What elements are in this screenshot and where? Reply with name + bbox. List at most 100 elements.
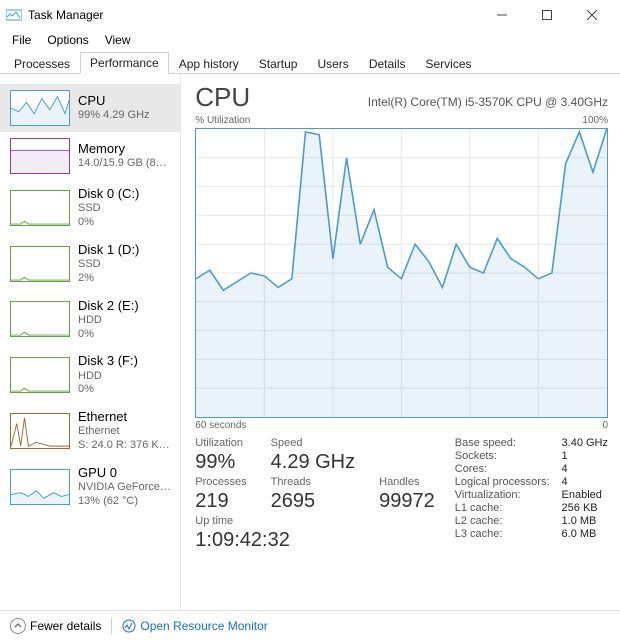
handles-label: Handles xyxy=(379,476,435,488)
sidebar-item-title: Disk 2 (E:) xyxy=(78,298,139,314)
sidebar-item-sub2: 13% (62 °C) xyxy=(78,495,172,509)
spec-value: 1.0 MB xyxy=(562,515,608,527)
sidebar-item-disk0[interactable]: Disk 0 (C:)SSD0% xyxy=(0,180,180,236)
sidebar-item-title: CPU xyxy=(78,93,150,109)
tab-details[interactable]: Details xyxy=(359,53,416,74)
footer: Fewer details Open Resource Monitor xyxy=(0,610,620,641)
chart-top-right-label: 100% xyxy=(582,115,608,126)
performance-sidebar: CPU99% 4.29 GHzMemory14.0/15.9 GB (88%)D… xyxy=(0,74,181,610)
spec-label: L2 cache: xyxy=(455,515,550,527)
sidebar-thumb-gpu0 xyxy=(10,469,70,505)
chart-bottom-right-label: 0 xyxy=(602,420,608,431)
app-icon xyxy=(6,7,22,23)
tab-users[interactable]: Users xyxy=(307,53,358,74)
tab-app-history[interactable]: App history xyxy=(169,53,249,74)
fewer-details-button[interactable]: Fewer details xyxy=(10,618,101,634)
spec-value: 4 xyxy=(562,463,608,475)
tab-startup[interactable]: Startup xyxy=(249,53,308,74)
tab-services[interactable]: Services xyxy=(416,53,482,74)
menubar: File Options View xyxy=(0,30,620,50)
spec-label: Sockets: xyxy=(455,450,550,462)
spec-value: 3.40 GHz xyxy=(562,437,608,449)
sidebar-item-ethernet[interactable]: EthernetEthernetS: 24.0 R: 376 Kbps xyxy=(0,403,180,459)
sidebar-item-sub1: SSD xyxy=(78,202,139,216)
sidebar-item-sub1: NVIDIA GeForce G… xyxy=(78,481,172,495)
menu-options[interactable]: Options xyxy=(39,31,96,49)
sidebar-item-gpu0[interactable]: GPU 0NVIDIA GeForce G…13% (62 °C) xyxy=(0,459,180,515)
cpu-model-name: Intel(R) Core(TM) i5-3570K CPU @ 3.40GHz xyxy=(266,95,608,109)
sidebar-item-sub2: 2% xyxy=(78,272,139,286)
utilization-value: 99% xyxy=(195,451,246,474)
sidebar-item-sub1: HDD xyxy=(78,314,139,328)
threads-value: 2695 xyxy=(271,490,355,513)
sidebar-thumb-memory xyxy=(10,138,70,174)
sidebar-item-title: Disk 1 (D:) xyxy=(78,242,139,258)
spec-value: Enabled xyxy=(562,489,608,501)
window-controls xyxy=(479,0,614,30)
sidebar-item-title: Disk 0 (C:) xyxy=(78,186,139,202)
spec-value: 256 KB xyxy=(562,502,608,514)
chart-bottom-left-label: 60 seconds xyxy=(195,420,246,431)
sidebar-thumb-disk3 xyxy=(10,357,70,393)
sidebar-item-sub2: 0% xyxy=(78,383,138,397)
open-resource-monitor-link[interactable]: Open Resource Monitor xyxy=(122,619,267,633)
cpu-utilization-chart xyxy=(195,128,608,418)
close-button[interactable] xyxy=(569,0,614,30)
spec-value: 6.0 MB xyxy=(562,528,608,540)
footer-separator xyxy=(111,618,112,634)
sidebar-item-memory[interactable]: Memory14.0/15.9 GB (88%) xyxy=(0,132,180,180)
uptime-label: Up time xyxy=(195,515,434,527)
window-titlebar: Task Manager xyxy=(0,0,620,30)
sidebar-item-title: Disk 3 (F:) xyxy=(78,353,138,369)
spec-label: L1 cache: xyxy=(455,502,550,514)
sidebar-thumb-ethernet xyxy=(10,413,70,449)
maximize-button[interactable] xyxy=(524,0,569,30)
sidebar-item-disk2[interactable]: Disk 2 (E:)HDD0% xyxy=(0,292,180,348)
window-title: Task Manager xyxy=(28,8,479,22)
chevron-up-icon xyxy=(10,618,26,634)
sidebar-thumb-disk2 xyxy=(10,301,70,337)
sidebar-item-title: Ethernet xyxy=(78,409,172,425)
tab-performance[interactable]: Performance xyxy=(80,52,169,74)
resource-heading: CPU xyxy=(195,82,250,113)
sidebar-item-sub1: 99% 4.29 GHz xyxy=(78,109,150,123)
spec-value: 1 xyxy=(562,450,608,462)
sidebar-item-sub1: Ethernet xyxy=(78,425,172,439)
sidebar-item-sub1: 14.0/15.9 GB (88%) xyxy=(78,157,172,171)
cpu-primary-stats: Utilization Speed 99% 4.29 GHz Processes… xyxy=(195,437,434,552)
sidebar-item-sub1: HDD xyxy=(78,370,138,384)
tab-processes[interactable]: Processes xyxy=(4,53,80,74)
cpu-secondary-stats: Base speed:3.40 GHzSockets:1Cores:4Logic… xyxy=(455,437,608,552)
sidebar-item-disk3[interactable]: Disk 3 (F:)HDD0% xyxy=(0,347,180,403)
sidebar-thumb-disk1 xyxy=(10,246,70,282)
utilization-label: Utilization xyxy=(195,437,246,449)
spec-label: Base speed: xyxy=(455,437,550,449)
spec-label: L3 cache: xyxy=(455,528,550,540)
spec-label: Logical processors: xyxy=(455,476,550,488)
resource-monitor-icon xyxy=(122,619,136,633)
sidebar-item-disk1[interactable]: Disk 1 (D:)SSD2% xyxy=(0,236,180,292)
sidebar-item-sub2: 0% xyxy=(78,328,139,342)
speed-label: Speed xyxy=(271,437,355,449)
sidebar-item-title: GPU 0 xyxy=(78,465,172,481)
minimize-button[interactable] xyxy=(479,0,524,30)
threads-label: Threads xyxy=(271,476,355,488)
sidebar-item-sub2: 0% xyxy=(78,216,139,230)
tabstrip: ProcessesPerformanceApp historyStartupUs… xyxy=(0,50,620,74)
menu-file[interactable]: File xyxy=(4,31,39,49)
uptime-value: 1:09:42:32 xyxy=(195,529,434,552)
sidebar-item-title: Memory xyxy=(78,141,172,157)
sidebar-thumb-disk0 xyxy=(10,190,70,226)
open-resource-monitor-label: Open Resource Monitor xyxy=(140,619,267,633)
spec-value: 4 xyxy=(562,476,608,488)
sidebar-item-sub1: SSD xyxy=(78,258,139,272)
handles-value: 99972 xyxy=(379,490,435,513)
menu-view[interactable]: View xyxy=(97,31,139,49)
spec-label: Virtualization: xyxy=(455,489,550,501)
sidebar-item-cpu[interactable]: CPU99% 4.29 GHz xyxy=(0,84,180,132)
processes-label: Processes xyxy=(195,476,246,488)
processes-value: 219 xyxy=(195,490,246,513)
speed-value: 4.29 GHz xyxy=(271,451,355,474)
sidebar-item-sub2: S: 24.0 R: 376 Kbps xyxy=(78,439,172,453)
content: CPU99% 4.29 GHzMemory14.0/15.9 GB (88%)D… xyxy=(0,74,620,610)
